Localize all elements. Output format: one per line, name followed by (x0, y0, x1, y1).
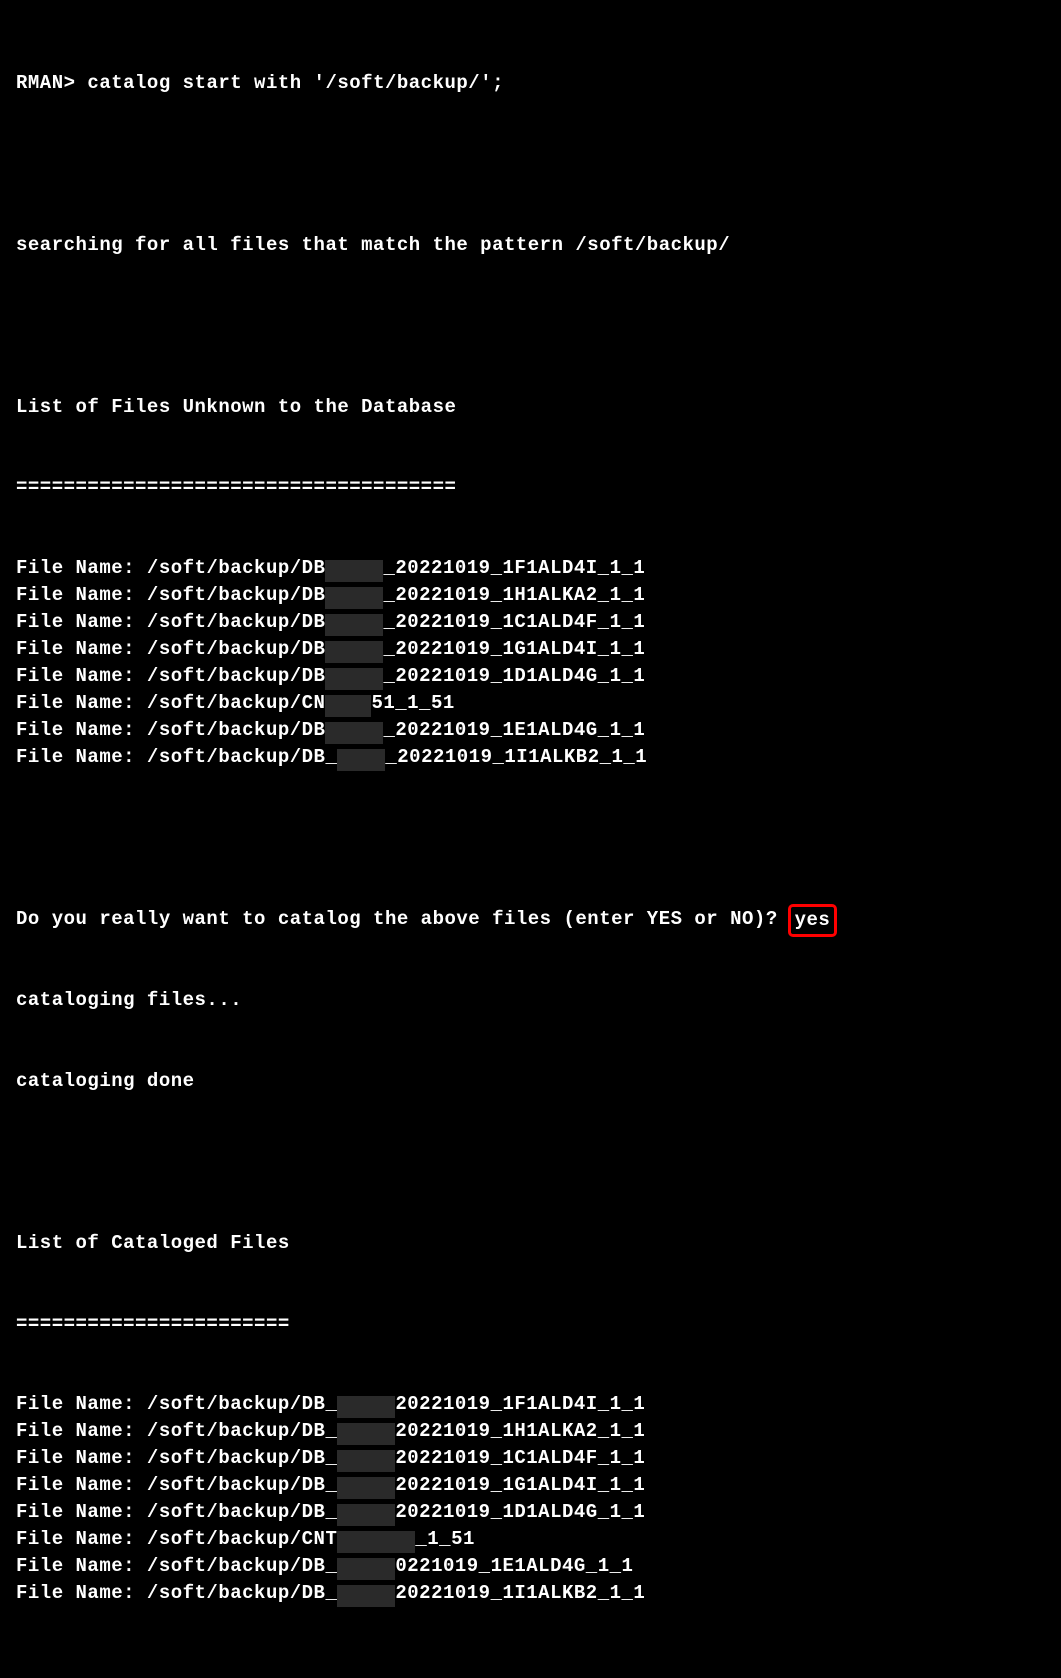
file-path-prefix: /soft/backup/DB (147, 582, 326, 609)
file-path-prefix: /soft/backup/DB (147, 609, 326, 636)
file-entry: File Name: /soft/backup/DB_ _20221019_1I1… (16, 744, 1045, 771)
file-label: File Name: (16, 1580, 147, 1607)
blank-line (16, 151, 1045, 178)
file-path-suffix: 20221019_1D1ALD4G_1_1 (395, 1499, 645, 1526)
redacted-block (337, 1423, 395, 1445)
file-label: File Name: (16, 1526, 147, 1553)
file-label: File Name: (16, 663, 147, 690)
file-entry: File Name: /soft/backup/DB_ 20221019_1I1A… (16, 1580, 1045, 1607)
redacted-block (325, 614, 383, 636)
rman-prompt: RMAN> (16, 72, 76, 94)
file-path-prefix: /soft/backup/DB (147, 555, 326, 582)
file-label: File Name: (16, 1472, 147, 1499)
file-entry: File Name: /soft/backup/DB_ 0221019_1E1AL… (16, 1553, 1045, 1580)
redacted-block (337, 1558, 395, 1580)
file-label: File Name: (16, 1418, 147, 1445)
file-path-suffix: 0221019_1E1ALD4G_1_1 (395, 1553, 633, 1580)
blank-line (16, 1149, 1045, 1176)
file-path-suffix: _20221019_1E1ALD4G_1_1 (383, 717, 645, 744)
cataloged-files-header: List of Cataloged Files (16, 1230, 1045, 1257)
file-label: File Name: (16, 609, 147, 636)
file-path-suffix: 20221019_1G1ALD4I_1_1 (395, 1472, 645, 1499)
file-entry: File Name: /soft/backup/DB _20221019_1C1A… (16, 609, 1045, 636)
blank-line (16, 1661, 1045, 1678)
separator-line: ===================================== (16, 474, 1045, 501)
file-path-prefix: /soft/backup/DB_ (147, 1499, 337, 1526)
redacted-block (337, 1585, 395, 1607)
file-label: File Name: (16, 690, 147, 717)
file-path-suffix: _20221019_1I1ALKB2_1_1 (385, 744, 647, 771)
file-label: File Name: (16, 1499, 147, 1526)
blank-line (16, 313, 1045, 340)
redacted-block (325, 722, 383, 744)
file-entry: File Name: /soft/backup/DB _20221019_1D1A… (16, 663, 1045, 690)
redacted-block (325, 587, 383, 609)
unknown-files-header: List of Files Unknown to the Database (16, 394, 1045, 421)
file-entry: File Name: /soft/backup/DB_ 20221019_1D1A… (16, 1499, 1045, 1526)
file-path-suffix: _20221019_1G1ALD4I_1_1 (383, 636, 645, 663)
file-path-suffix: _20221019_1C1ALD4F_1_1 (383, 609, 645, 636)
redacted-block (337, 1477, 395, 1499)
command-line: RMAN> catalog start with '/soft/backup/'… (16, 70, 1045, 97)
file-label: File Name: (16, 1445, 147, 1472)
cataloging-message: cataloging files... (16, 987, 1045, 1014)
file-path-prefix: /soft/backup/DB (147, 717, 326, 744)
file-label: File Name: (16, 582, 147, 609)
redacted-block (325, 560, 383, 582)
confirm-answer-highlight: yes (788, 904, 838, 937)
file-path-prefix: /soft/backup/DB_ (147, 1391, 337, 1418)
file-entry: File Name: /soft/backup/DB _20221019_1E1A… (16, 717, 1045, 744)
file-path-prefix: /soft/backup/DB_ (147, 1418, 337, 1445)
file-entry: File Name: /soft/backup/DB_ 20221019_1G1A… (16, 1472, 1045, 1499)
file-path-prefix: /soft/backup/DB (147, 663, 326, 690)
file-path-suffix: 20221019_1I1ALKB2_1_1 (395, 1580, 645, 1607)
file-entry: File Name: /soft/backup/DB_ 20221019_1C1A… (16, 1445, 1045, 1472)
redacted-block (337, 1531, 415, 1553)
file-label: File Name: (16, 1553, 147, 1580)
redacted-block (337, 749, 385, 771)
file-entry: File Name: /soft/backup/CNT _1_51 (16, 1526, 1045, 1553)
file-path-suffix: 20221019_1F1ALD4I_1_1 (395, 1391, 645, 1418)
file-path-suffix: _20221019_1H1ALKA2_1_1 (383, 582, 645, 609)
confirm-prompt-text: Do you really want to catalog the above … (16, 908, 778, 930)
file-path-suffix: 51_1_51 (371, 690, 454, 717)
file-entry: File Name: /soft/backup/CN 51_1_51 (16, 690, 1045, 717)
terminal-output: RMAN> catalog start with '/soft/backup/'… (16, 16, 1045, 1678)
file-path-prefix: /soft/backup/CN (147, 690, 326, 717)
redacted-block (337, 1396, 395, 1418)
confirm-prompt-line: Do you really want to catalog the above … (16, 906, 1045, 933)
redacted-block (325, 668, 383, 690)
redacted-block (337, 1504, 395, 1526)
file-path-prefix: /soft/backup/DB_ (147, 1580, 337, 1607)
file-path-prefix: /soft/backup/DB_ (147, 1445, 337, 1472)
file-path-suffix: _20221019_1D1ALD4G_1_1 (383, 663, 645, 690)
redacted-block (325, 641, 383, 663)
file-path-prefix: /soft/backup/DB_ (147, 1553, 337, 1580)
file-entry: File Name: /soft/backup/DB _20221019_1F1A… (16, 555, 1045, 582)
separator-line: ======================= (16, 1311, 1045, 1338)
redacted-block (337, 1450, 395, 1472)
command-text: catalog start with '/soft/backup/'; (87, 72, 504, 94)
file-entry: File Name: /soft/backup/DB_ 20221019_1F1A… (16, 1391, 1045, 1418)
searching-message: searching for all files that match the p… (16, 232, 1045, 259)
file-path-suffix: _20221019_1F1ALD4I_1_1 (383, 555, 645, 582)
file-path-prefix: /soft/backup/CNT (147, 1526, 337, 1553)
redacted-block (325, 695, 371, 717)
cataloging-done-message: cataloging done (16, 1068, 1045, 1095)
file-entry: File Name: /soft/backup/DB _20221019_1G1A… (16, 636, 1045, 663)
file-label: File Name: (16, 1391, 147, 1418)
confirm-answer-text[interactable]: yes (795, 909, 831, 931)
file-label: File Name: (16, 717, 147, 744)
file-entry: File Name: /soft/backup/DB_ 20221019_1H1A… (16, 1418, 1045, 1445)
file-path-prefix: /soft/backup/DB_ (147, 1472, 337, 1499)
file-path-suffix: 20221019_1H1ALKA2_1_1 (395, 1418, 645, 1445)
file-label: File Name: (16, 636, 147, 663)
file-label: File Name: (16, 744, 147, 771)
file-path-prefix: /soft/backup/DB (147, 636, 326, 663)
file-entry: File Name: /soft/backup/DB _20221019_1H1A… (16, 582, 1045, 609)
file-path-suffix: 20221019_1C1ALD4F_1_1 (395, 1445, 645, 1472)
file-path-prefix: /soft/backup/DB_ (147, 744, 337, 771)
file-path-suffix: _1_51 (415, 1526, 475, 1553)
file-label: File Name: (16, 555, 147, 582)
